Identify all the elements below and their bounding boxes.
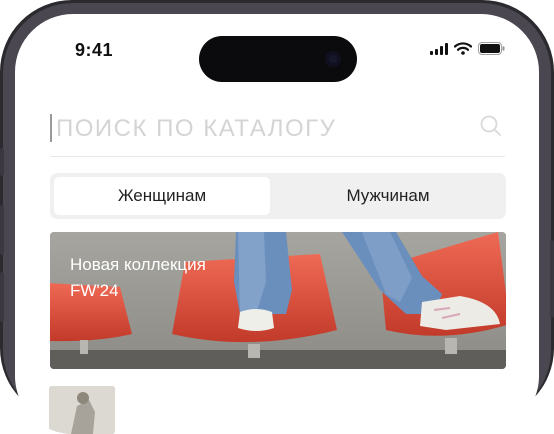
banner-title: Новая коллекция FW'24 bbox=[70, 252, 206, 304]
tab-men-label: Мужчинам bbox=[346, 186, 430, 205]
banner-title-line1: Новая коллекция bbox=[70, 255, 206, 274]
status-time: 9:41 bbox=[75, 40, 114, 60]
phone-volume-down-button bbox=[0, 272, 4, 322]
search-icon[interactable] bbox=[479, 114, 503, 138]
front-camera bbox=[325, 51, 341, 67]
tab-women-label: Женщинам bbox=[117, 186, 207, 205]
tab-women[interactable]: Женщинам bbox=[54, 177, 270, 215]
gender-segmented-control: Женщинам Мужчинам bbox=[50, 173, 506, 219]
phone-volume-up-button bbox=[0, 205, 4, 255]
banner-title-line2: FW'24 bbox=[70, 281, 119, 300]
phone-action-button bbox=[0, 148, 4, 176]
battery-icon bbox=[478, 42, 505, 55]
product-thumbnail[interactable] bbox=[49, 386, 115, 434]
phone-power-button bbox=[550, 240, 554, 318]
search-input[interactable] bbox=[56, 114, 456, 144]
collection-banner[interactable]: Новая коллекция FW'24 bbox=[50, 232, 506, 369]
app-screen: 9:41 Женщ bbox=[15, 14, 539, 434]
wifi-icon bbox=[454, 42, 472, 55]
status-bar: 9:41 bbox=[15, 14, 539, 84]
text-caret bbox=[50, 114, 52, 142]
dynamic-island bbox=[199, 36, 357, 82]
status-icons bbox=[430, 42, 505, 55]
tab-men[interactable]: Мужчинам bbox=[274, 177, 502, 215]
product-thumbnail-image bbox=[49, 386, 115, 434]
search-bar[interactable] bbox=[50, 106, 505, 157]
cellular-signal-icon bbox=[430, 42, 448, 55]
